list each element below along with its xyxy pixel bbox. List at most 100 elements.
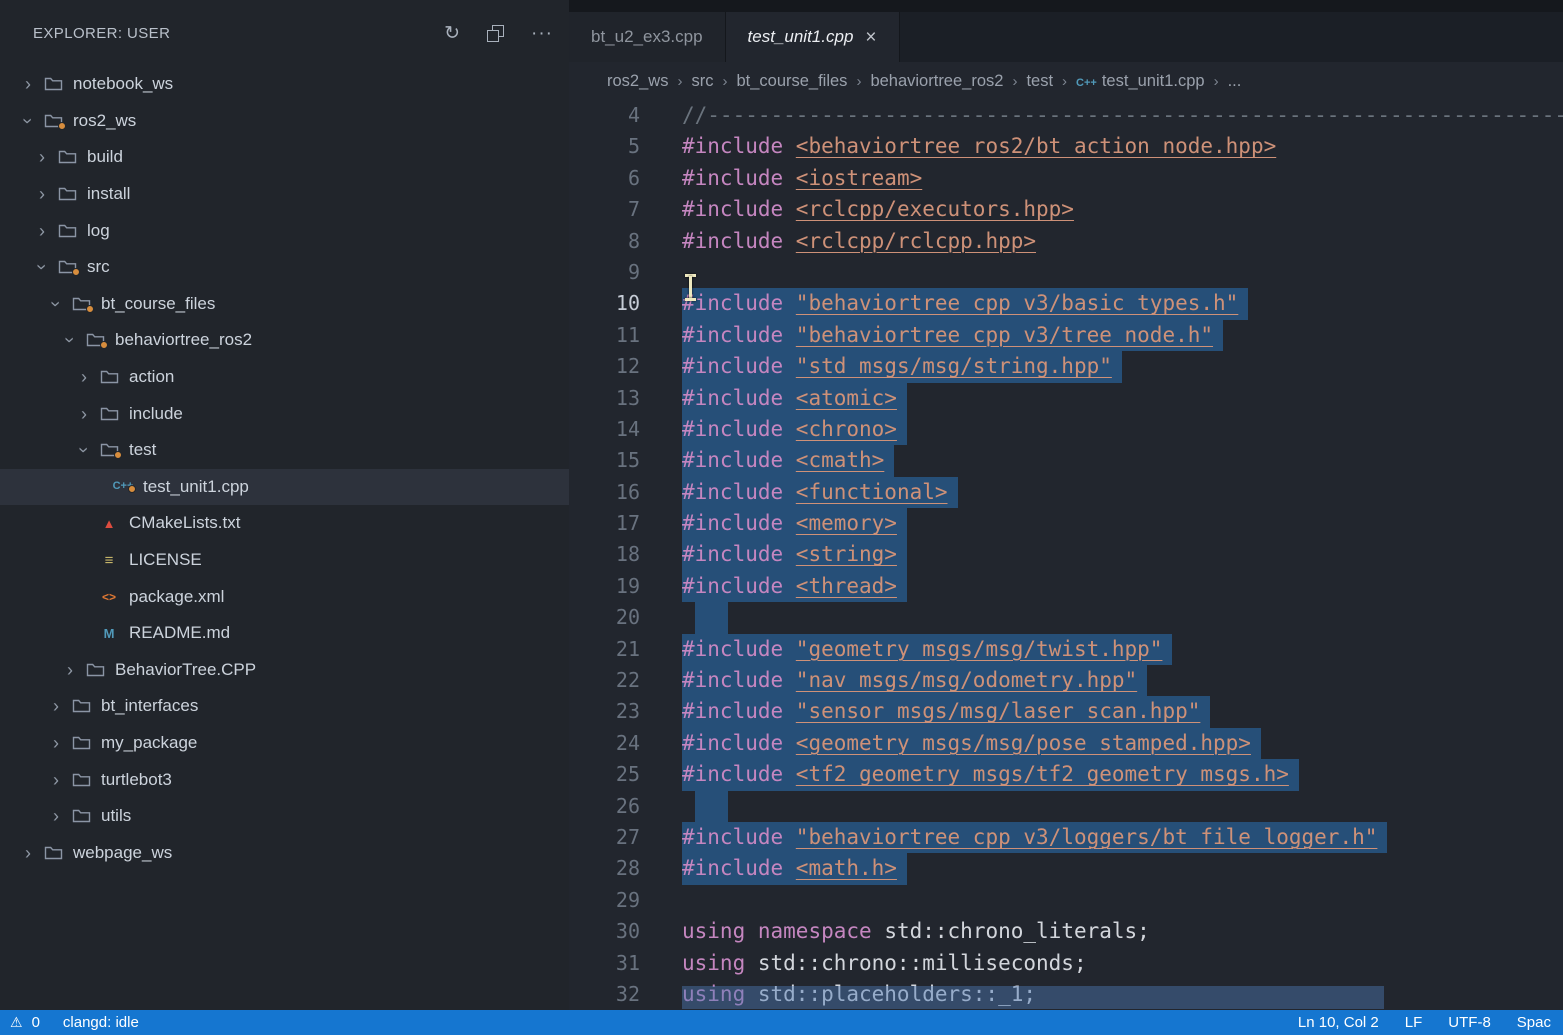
code-line-29[interactable]: 29 <box>569 885 1563 916</box>
code-line-11[interactable]: 11#include "behaviortree_cpp_v3/tree_nod… <box>569 320 1563 351</box>
tree-item-include[interactable]: ›include <box>0 395 569 432</box>
folder-icon <box>96 406 122 422</box>
code-line-26[interactable]: 26 <box>569 791 1563 822</box>
code-line-28[interactable]: 28#include <math.h> <box>569 853 1563 884</box>
chevron-down-icon[interactable]: › <box>75 438 93 462</box>
tree-item-bt_interfaces[interactable]: ›bt_interfaces <box>0 688 569 725</box>
warning-icon[interactable]: ⚠ <box>10 1014 23 1031</box>
code-line-10[interactable]: 10#include "behaviortree_cpp_v3/basic_ty… <box>569 288 1563 319</box>
chevron-down-icon[interactable]: › <box>47 292 65 316</box>
gutter-gap <box>640 288 682 319</box>
code-line-4[interactable]: 4//-------------------------------------… <box>569 100 1563 131</box>
tree-item-package.xml[interactable]: <>package.xml <box>0 578 569 615</box>
chevron-down-icon[interactable]: › <box>33 255 51 279</box>
line-number: 4 <box>569 100 640 131</box>
tree-item-bt_course_files[interactable]: ›bt_course_files <box>0 286 569 323</box>
line-number: 5 <box>569 131 640 162</box>
code-line-25[interactable]: 25#include <tf2_geometry_msgs/tf2_geomet… <box>569 759 1563 790</box>
chevron-right-icon[interactable]: › <box>16 75 40 93</box>
tree-item-install[interactable]: ›install <box>0 176 569 213</box>
gutter-gap <box>640 320 682 351</box>
collapse-editors-icon[interactable] <box>487 25 504 42</box>
code-line-8[interactable]: 8#include <rclcpp/rclcpp.hpp> <box>569 226 1563 257</box>
code-line-6[interactable]: 6#include <iostream> <box>569 163 1563 194</box>
tree-item-utils[interactable]: ›utils <box>0 798 569 835</box>
tree-item-behaviortree_ros2[interactable]: ›behaviortree_ros2 <box>0 322 569 359</box>
clangd-status[interactable]: clangd: idle <box>63 1014 139 1031</box>
code-line-17[interactable]: 17#include <memory> <box>569 508 1563 539</box>
chevron-right-icon[interactable]: › <box>30 222 54 240</box>
tree-item-webpage_ws[interactable]: ›webpage_ws <box>0 834 569 871</box>
breadcrumb-item[interactable]: behaviortree_ros2 <box>870 72 1003 91</box>
gutter-gap <box>640 696 682 727</box>
app-root: EXPLORER: USER ↻ ··· ›notebook_ws›ros2_w… <box>0 0 1563 1010</box>
tree-item-ros2_ws[interactable]: ›ros2_ws <box>0 103 569 140</box>
tree-item-test_unit1.cpp[interactable]: C++test_unit1.cpp <box>0 469 569 506</box>
chevron-right-icon[interactable]: › <box>44 734 68 752</box>
chevron-right-icon[interactable]: › <box>44 697 68 715</box>
code-line-13[interactable]: 13#include <atomic> <box>569 383 1563 414</box>
tree-item-test[interactable]: ›test <box>0 432 569 469</box>
chevron-right-icon[interactable]: › <box>58 661 82 679</box>
code-line-16[interactable]: 16#include <functional> <box>569 477 1563 508</box>
token-inc: <tf2_geometry_msgs/tf2_geometry_msgs.h> <box>796 762 1289 786</box>
breadcrumb-item[interactable]: test <box>1026 72 1053 91</box>
cursor-position[interactable]: Ln 10, Col 2 <box>1298 1014 1379 1031</box>
chevron-right-icon[interactable]: › <box>44 771 68 789</box>
code-editor[interactable]: 4//-------------------------------------… <box>569 100 1563 1010</box>
code-line-21[interactable]: 21#include "geometry_msgs/msg/twist.hpp" <box>569 634 1563 665</box>
chevron-right-icon[interactable]: › <box>30 185 54 203</box>
breadcrumb-item[interactable]: src <box>691 72 713 91</box>
code-line-7[interactable]: 7#include <rclcpp/executors.hpp> <box>569 194 1563 225</box>
tree-item-action[interactable]: ›action <box>0 359 569 396</box>
tree-item-build[interactable]: ›build <box>0 139 569 176</box>
tree-item-log[interactable]: ›log <box>0 212 569 249</box>
code-line-9[interactable]: 9 <box>569 257 1563 288</box>
code-line-23[interactable]: 23#include "sensor_msgs/msg/laser_scan.h… <box>569 696 1563 727</box>
refresh-icon[interactable]: ↻ <box>444 24 460 43</box>
code-line-22[interactable]: 22#include "nav_msgs/msg/odometry.hpp" <box>569 665 1563 696</box>
horizontal-scrollbar[interactable] <box>682 986 1384 1009</box>
code-line-12[interactable]: 12#include "std_msgs/msg/string.hpp" <box>569 351 1563 382</box>
tree-item-BehaviorTree.CPP[interactable]: ›BehaviorTree.CPP <box>0 652 569 689</box>
tree-item-my_package[interactable]: ›my_package <box>0 725 569 762</box>
tree-item-LICENSE[interactable]: ≡LICENSE <box>0 542 569 579</box>
code-line-24[interactable]: 24#include <geometry_msgs/msg/pose_stamp… <box>569 728 1563 759</box>
tab-bt_u2_ex3[interactable]: bt_u2_ex3.cpp <box>569 12 726 62</box>
chevron-down-icon[interactable]: › <box>61 328 79 352</box>
eol-indicator[interactable]: LF <box>1405 1014 1423 1031</box>
tree-item-README.md[interactable]: MREADME.md <box>0 615 569 652</box>
code-line-19[interactable]: 19#include <thread> <box>569 571 1563 602</box>
code-line-18[interactable]: 18#include <string> <box>569 539 1563 570</box>
encoding-indicator[interactable]: UTF-8 <box>1448 1014 1491 1031</box>
token-inc: <chrono> <box>796 417 897 441</box>
tab-test_unit1[interactable]: test_unit1.cpp × <box>726 12 900 62</box>
token-directive: #include <box>682 856 796 880</box>
code-line-31[interactable]: 31using std::chrono::milliseconds; <box>569 948 1563 979</box>
tree-item-CMakeLists.txt[interactable]: ▲CMakeLists.txt <box>0 505 569 542</box>
chevron-right-icon[interactable]: › <box>72 368 96 386</box>
tree-item-notebook_ws[interactable]: ›notebook_ws <box>0 66 569 103</box>
code-line-27[interactable]: 27#include "behaviortree_cpp_v3/loggers/… <box>569 822 1563 853</box>
breadcrumb-item[interactable]: ... <box>1228 72 1242 91</box>
close-icon[interactable]: × <box>865 28 876 47</box>
code-line-30[interactable]: 30using namespace std::chrono_literals; <box>569 916 1563 947</box>
chevron-down-icon[interactable]: › <box>19 109 37 133</box>
indent-indicator[interactable]: Spac <box>1517 1014 1551 1031</box>
code-line-5[interactable]: 5#include <behaviortree_ros2/bt_action_n… <box>569 131 1563 162</box>
more-actions-icon[interactable]: ··· <box>531 24 553 43</box>
code-line-15[interactable]: 15#include <cmath> <box>569 445 1563 476</box>
chevron-right-icon[interactable]: › <box>72 405 96 423</box>
chevron-right-icon[interactable]: › <box>44 807 68 825</box>
problems-count[interactable]: 0 <box>32 1014 40 1031</box>
code-line-14[interactable]: 14#include <chrono> <box>569 414 1563 445</box>
breadcrumb-item[interactable]: bt_course_files <box>736 72 847 91</box>
code-line-20[interactable]: 20 <box>569 602 1563 633</box>
chevron-right-icon[interactable]: › <box>16 844 40 862</box>
chevron-right-icon[interactable]: › <box>30 148 54 166</box>
tree-item-turtlebot3[interactable]: ›turtlebot3 <box>0 761 569 798</box>
breadcrumb-item-file[interactable]: C++test_unit1.cpp <box>1076 72 1205 91</box>
gutter-gap <box>640 791 682 822</box>
breadcrumb-item[interactable]: ros2_ws <box>607 72 668 91</box>
tree-item-src[interactable]: ›src <box>0 249 569 286</box>
